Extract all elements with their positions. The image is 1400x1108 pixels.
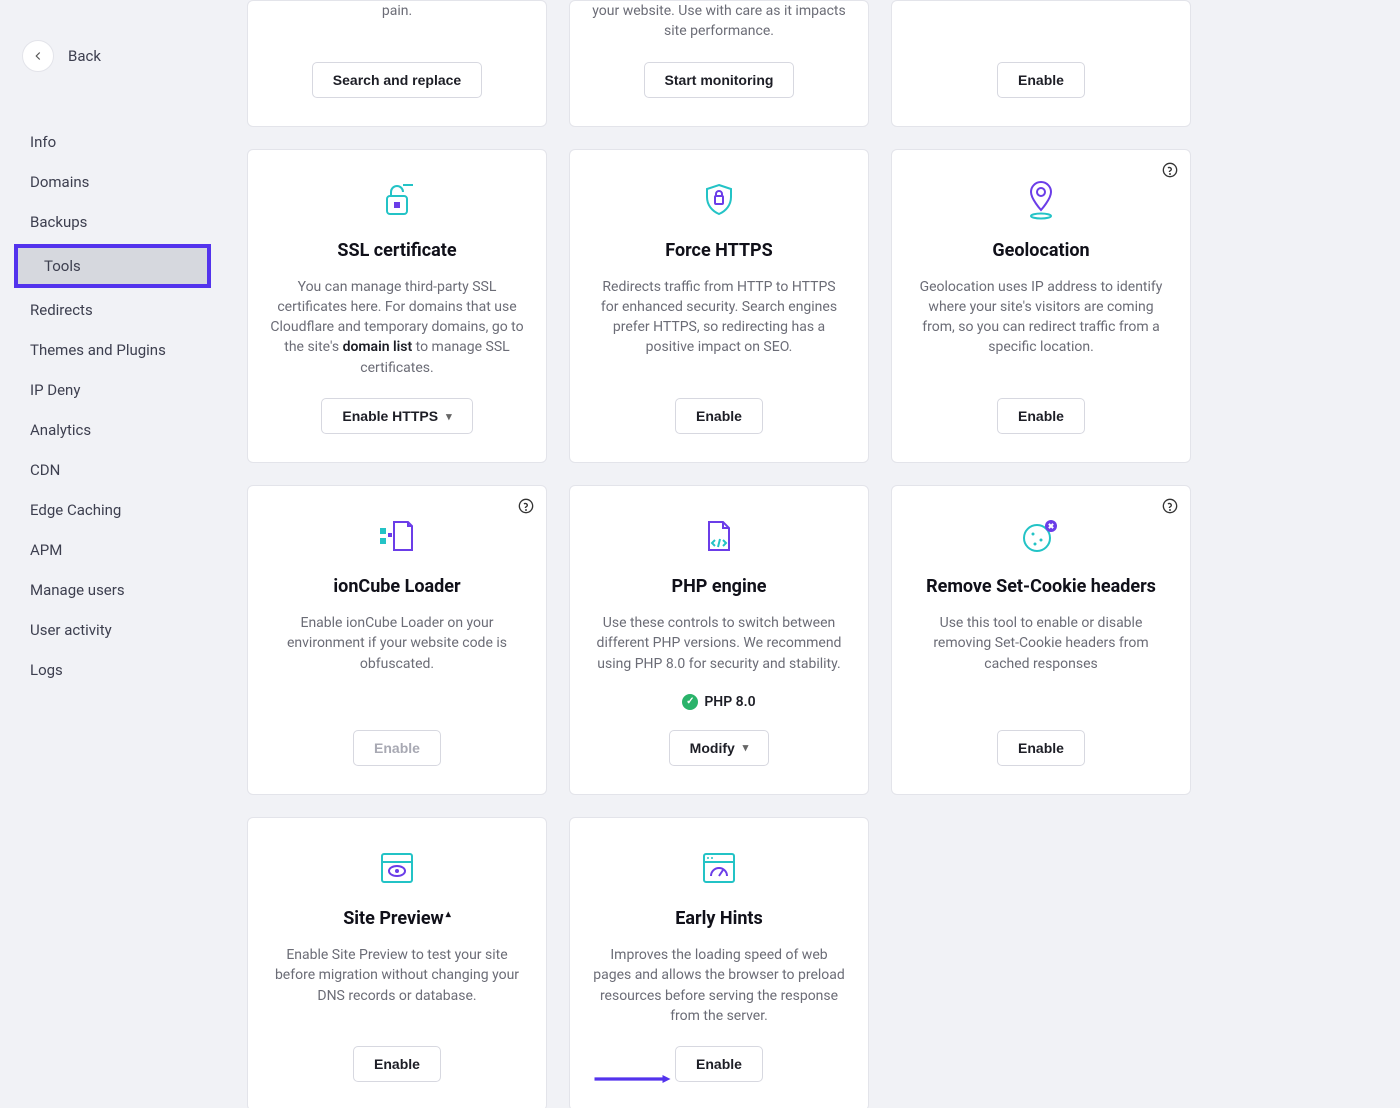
card-desc: Enable Site Preview to test your site be… (270, 945, 524, 1006)
encoded-file-icon (375, 516, 419, 556)
pin-icon (1019, 180, 1063, 220)
enable-button: Enable (353, 730, 441, 766)
enable-button[interactable]: Enable (997, 62, 1085, 98)
sidebar-item-user-activity[interactable]: User activity (0, 610, 225, 650)
card-desc: Use this tool to enable or disable remov… (914, 613, 1168, 674)
card-remove-set-cookie: Remove Set-Cookie headers Use this tool … (891, 485, 1191, 795)
sidebar-item-cdn[interactable]: CDN (0, 450, 225, 490)
enable-button[interactable]: Enable (353, 1046, 441, 1082)
card-title: Early Hints (675, 908, 763, 929)
annotation-arrow-icon (585, 1075, 680, 1083)
card-desc: Redirects traffic from HTTP to HTTPS for… (592, 277, 846, 358)
card-desc: Use these controls to switch between dif… (592, 613, 846, 674)
eye-browser-icon (375, 848, 419, 888)
shield-lock-icon (697, 180, 741, 220)
lock-icon (375, 180, 419, 220)
enable-button[interactable]: Enable (997, 730, 1085, 766)
back-label: Back (68, 47, 101, 65)
sidebar-item-edge-caching[interactable]: Edge Caching (0, 490, 225, 530)
check-icon: ✓ (682, 694, 698, 710)
sidebar-item-logs[interactable]: Logs (0, 650, 225, 690)
sidebar-item-redirects[interactable]: Redirects (0, 290, 225, 330)
enable-button[interactable]: Enable (675, 1046, 763, 1082)
card-force-https: Force HTTPS Redirects traffic from HTTP … (569, 149, 869, 463)
card-title: Geolocation (992, 240, 1089, 261)
start-monitoring-button[interactable]: Start monitoring (644, 62, 795, 98)
php-version-label: PHP 8.0 (704, 694, 755, 710)
sidebar-nav: Info Domains Backups Tools Redirects The… (0, 92, 225, 690)
card-title: PHP engine (671, 576, 766, 597)
sidebar-item-domains[interactable]: Domains (0, 162, 225, 202)
search-replace-button[interactable]: Search and replace (312, 62, 482, 98)
card-title: Force HTTPS (665, 240, 772, 261)
card-title: SSL certificate (337, 240, 456, 261)
sidebar-item-ip-deny[interactable]: IP Deny (0, 370, 225, 410)
card-site-preview: Site Preview▴ Enable Site Preview to tes… (247, 817, 547, 1108)
php-status: ✓ PHP 8.0 (682, 694, 755, 710)
card-desc: Improves the loading speed of web pages … (592, 945, 846, 1026)
card-title: Site Preview▴ (343, 908, 451, 929)
enable-https-button[interactable]: Enable HTTPS▾ (321, 398, 472, 434)
speedometer-icon (697, 848, 741, 888)
domain-list-link[interactable]: domain list (343, 339, 413, 355)
cookie-remove-icon (1019, 516, 1063, 556)
card-title: Remove Set-Cookie headers (926, 576, 1156, 597)
help-icon[interactable] (1162, 162, 1178, 178)
chevron-down-icon: ▾ (743, 741, 749, 754)
card-desc: Geolocation uses IP address to identify … (914, 277, 1168, 358)
card-early-hints: Early Hints Improves the loading speed o… (569, 817, 869, 1108)
card-title: ionCube Loader (333, 576, 460, 597)
main-content: pain. Search and replace your website. U… (225, 0, 1400, 1108)
sidebar-item-tools[interactable]: Tools (14, 244, 211, 288)
card-ssl-certificate: SSL certificate You can manage third-par… (247, 149, 547, 463)
help-icon[interactable] (518, 498, 534, 514)
card-search-replace: pain. Search and replace (247, 0, 547, 127)
sidebar-item-analytics[interactable]: Analytics (0, 410, 225, 450)
sidebar-item-backups[interactable]: Backups (0, 202, 225, 242)
code-file-icon (697, 516, 741, 556)
card-desc: pain. (382, 1, 412, 21)
card-php-engine: PHP engine Use these controls to switch … (569, 485, 869, 795)
sidebar: Back Info Domains Backups Tools Redirect… (0, 0, 225, 1108)
enable-button[interactable]: Enable (997, 398, 1085, 434)
enable-button[interactable]: Enable (675, 398, 763, 434)
card-unknown-enable: Enable (891, 0, 1191, 127)
back-arrow-icon (22, 40, 54, 72)
sidebar-item-apm[interactable]: APM (0, 530, 225, 570)
card-geolocation: Geolocation Geolocation uses IP address … (891, 149, 1191, 463)
chevron-down-icon: ▾ (446, 410, 452, 423)
sidebar-item-info[interactable]: Info (0, 122, 225, 162)
tools-grid: pain. Search and replace your website. U… (247, 0, 1380, 1108)
card-desc: You can manage third-party SSL certifica… (270, 277, 524, 378)
sidebar-item-manage-users[interactable]: Manage users (0, 570, 225, 610)
card-monitoring: your website. Use with care as it impact… (569, 0, 869, 127)
back-button[interactable]: Back (0, 40, 225, 92)
sidebar-item-themes-plugins[interactable]: Themes and Plugins (0, 330, 225, 370)
card-desc: your website. Use with care as it impact… (592, 1, 846, 42)
help-icon[interactable] (1162, 498, 1178, 514)
beta-marker: ▴ (446, 909, 451, 920)
card-desc: Enable ionCube Loader on your environmen… (270, 613, 524, 674)
card-ioncube: ionCube Loader Enable ionCube Loader on … (247, 485, 547, 795)
modify-button[interactable]: Modify▾ (669, 730, 770, 766)
